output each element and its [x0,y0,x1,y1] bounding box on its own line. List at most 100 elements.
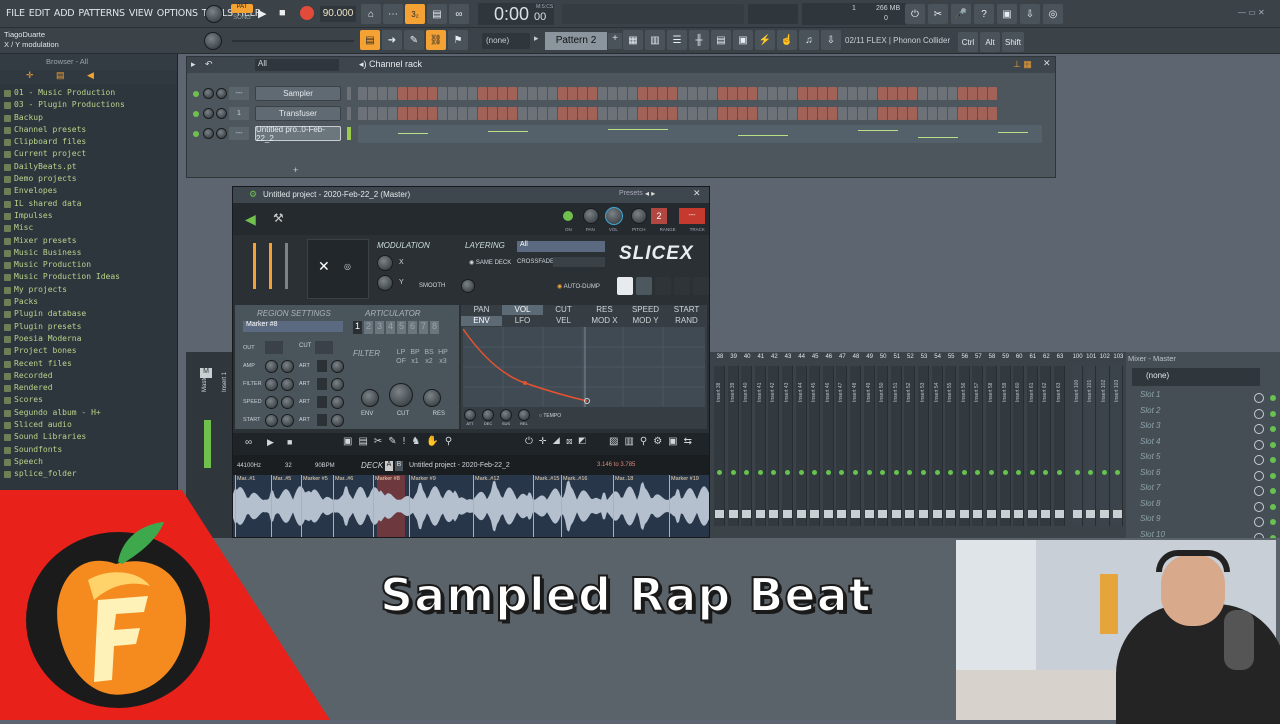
step-button[interactable] [408,107,417,120]
step-button[interactable] [668,107,677,120]
slot-enable-led[interactable] [1270,503,1276,510]
step-button[interactable] [888,107,897,120]
effect-slot[interactable]: Slot 5 [1126,452,1280,468]
ctrl-key[interactable]: Ctrl [958,32,978,52]
crossfade-slider[interactable] [553,257,605,267]
insert-fader[interactable] [796,510,806,518]
slot-mix-knob[interactable] [1254,393,1264,403]
step-button[interactable] [958,107,967,120]
insert-strip[interactable]: 53 Insert 53 [918,354,929,526]
step-button[interactable] [588,107,597,120]
add-pattern-button[interactable]: + [608,33,622,49]
effect-slot[interactable]: Slot 9 [1126,514,1280,530]
insert-strip[interactable]: 51 Insert 51 [890,354,902,526]
step-button[interactable] [468,107,477,120]
step-button[interactable] [718,87,727,100]
step-button[interactable] [608,107,617,120]
region-knob-a[interactable] [265,378,278,391]
step-button[interactable] [388,87,397,100]
step-button[interactable] [438,107,447,120]
step-button[interactable] [988,107,997,120]
slot-enable-led[interactable] [1270,457,1276,463]
slice-marker-label[interactable]: Marker #19 [671,476,699,482]
same-deck-toggle[interactable]: ◉ SAME DECK [469,259,511,266]
insert-fader[interactable] [864,510,874,518]
step-button[interactable] [518,107,527,120]
loop-icon[interactable]: ∞ [245,437,252,448]
envelope-graph[interactable] [463,327,705,407]
insert-fader[interactable] [959,510,969,518]
slot-mix-knob[interactable] [1254,455,1264,465]
insert-fader[interactable] [878,510,888,518]
step-button[interactable] [428,107,437,120]
insert-led[interactable] [839,470,845,475]
browser-item[interactable]: Poesia Moderna [0,334,177,346]
mixer-icon[interactable]: ╫ [689,30,709,50]
effect-slot[interactable]: Slot 8 [1126,499,1280,515]
slot-enable-led[interactable] [1270,410,1276,417]
articulator-2[interactable]: 2 [364,321,373,334]
env-knob[interactable] [500,409,512,421]
step-button[interactable] [928,107,937,120]
step-button[interactable] [558,87,567,100]
stop-slice-icon[interactable]: ■ [287,437,292,447]
insert-led[interactable] [975,470,981,475]
step-button[interactable] [388,107,397,120]
filter-type-x3[interactable]: x3 [437,358,449,365]
insert-strip[interactable]: 62 Insert 62 [1040,354,1052,526]
step-button[interactable] [968,107,977,120]
insert-led[interactable] [934,470,940,475]
browser-item[interactable]: Envelopes [0,186,177,198]
step-button[interactable] [658,87,667,100]
step-button[interactable] [978,87,987,100]
insert-strip[interactable]: 61 Insert 61 [1026,354,1038,526]
marker-selector[interactable]: Marker #8 [243,321,343,332]
art-slot[interactable] [317,360,327,372]
rack-graph-icon[interactable]: ⊥ ▦ [1013,59,1032,70]
art-slot[interactable] [317,396,327,408]
insert-fader[interactable] [851,510,860,518]
step-button[interactable] [698,107,707,120]
step-button[interactable] [398,87,407,100]
master-volume-knob[interactable] [205,5,223,23]
browser-item[interactable]: splice_folder [0,469,177,481]
out-slot[interactable] [265,341,283,354]
step-button[interactable] [568,107,577,120]
browser-item[interactable]: Segundo album - H+ [0,408,177,420]
step-button[interactable] [578,87,587,100]
filter-env-knob[interactable] [361,389,379,407]
insert-led[interactable] [730,470,736,475]
step-button[interactable] [368,87,377,100]
step-button[interactable] [918,87,927,100]
insert-fader[interactable] [742,510,752,518]
insert-fader[interactable] [769,510,779,518]
step-button[interactable] [718,107,727,120]
save-icon[interactable]: ▣ [997,4,1017,24]
step-button[interactable] [498,107,507,120]
step-button[interactable] [848,107,857,120]
art-slot[interactable] [317,378,327,390]
step-button[interactable] [908,107,917,120]
step-button[interactable] [618,107,627,120]
browser-item[interactable]: Project bones [0,346,177,358]
insert-fader[interactable] [932,510,942,518]
plugin-picker[interactable]: 02/11 FLEX | Phonon Collider [845,36,950,45]
step-button[interactable] [368,107,377,120]
insert-strip[interactable]: 103 Insert 103 [1112,354,1124,526]
insert-led[interactable] [1074,470,1080,475]
step-button[interactable] [988,87,997,100]
step-button[interactable] [898,107,907,120]
arrow-icon[interactable]: ➜ [382,30,402,50]
export-icon[interactable]: ⇩ [1020,4,1040,24]
playlist-window-icon[interactable]: ▦ [623,30,643,50]
articulator-5[interactable]: 5 [397,321,406,334]
step-button[interactable] [828,107,837,120]
play-button[interactable]: ▶ [258,7,266,20]
metronome-icon[interactable]: ⌂ [361,4,381,24]
slice-marker-label[interactable]: Mar..18 [615,476,633,482]
step-button[interactable] [688,107,697,120]
step-button[interactable] [738,87,747,100]
slot-mix-knob[interactable] [1254,517,1264,527]
channel-vol-knob[interactable] [216,128,227,139]
browser-item[interactable]: Music Production Ideas [0,272,177,284]
